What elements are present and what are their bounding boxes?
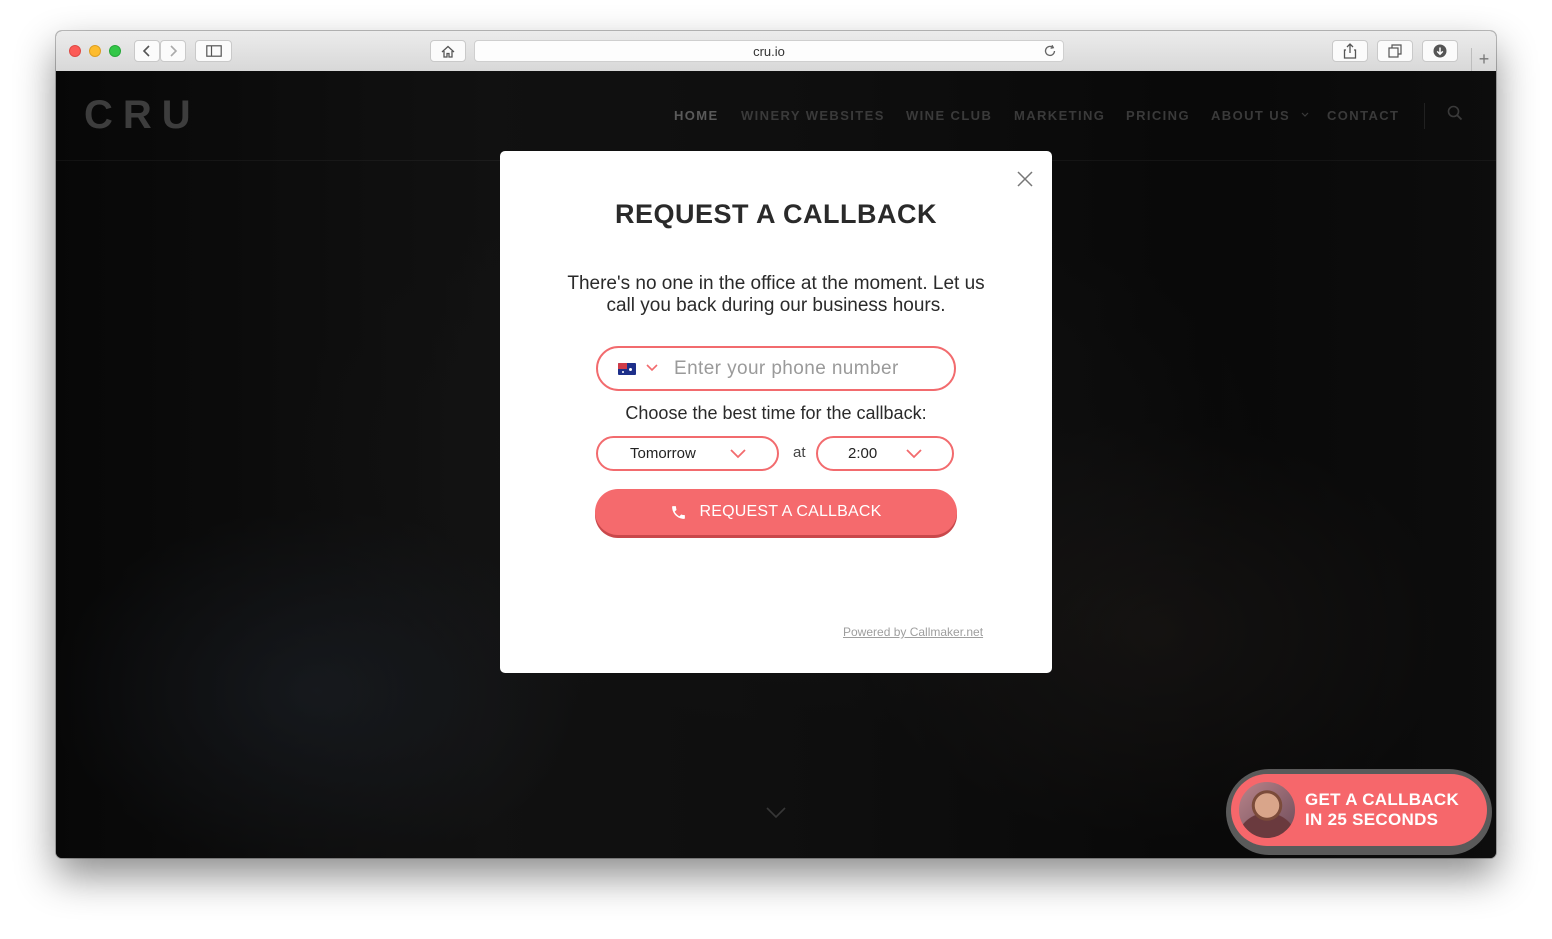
website-hero: CRU HOME WINERY WEBSITES WINE CLUB MARKE… — [56, 71, 1496, 858]
phone-input[interactable] — [674, 356, 934, 382]
tabs-icon — [1388, 44, 1402, 58]
chevron-down-icon — [730, 449, 746, 459]
callback-widget-text: GET A CALLBACK IN 25 SECONDS — [1305, 790, 1475, 830]
time-label: Choose the best time for the callback: — [625, 403, 927, 423]
callback-widget-line2: IN 25 SECONDS — [1305, 810, 1439, 829]
callback-modal: REQUEST A CALLBACK There's no one in the… — [500, 151, 1052, 673]
callback-widget-pill: GET A CALLBACK IN 25 SECONDS — [1231, 774, 1487, 846]
chevron-down-icon[interactable] — [646, 364, 658, 372]
zoom-window-button[interactable] — [109, 45, 121, 57]
home-icon — [441, 45, 455, 58]
powered-by-link[interactable]: Powered by Callmaker.net — [843, 625, 983, 639]
time-select-value: 2:00 — [848, 445, 878, 462]
home-button[interactable] — [430, 40, 466, 62]
day-select[interactable]: Tomorrow — [596, 436, 779, 471]
callback-widget-line1: GET A CALLBACK — [1305, 790, 1460, 809]
reload-icon[interactable] — [1043, 44, 1057, 61]
chevron-left-icon — [142, 45, 150, 57]
browser-window: cru.io + CRU HOME WINERY WEBSITES WINE C… — [56, 31, 1496, 858]
download-icon — [1433, 44, 1447, 58]
new-tab-button[interactable]: + — [1471, 48, 1496, 71]
share-icon — [1343, 43, 1357, 59]
request-callback-button[interactable]: REQUEST A CALLBACK — [595, 489, 957, 535]
back-button[interactable] — [134, 40, 160, 62]
address-bar-url: cru.io — [753, 43, 785, 59]
minimize-window-button[interactable] — [89, 45, 101, 57]
sidebar-toggle-button[interactable] — [195, 40, 232, 62]
chevron-right-icon — [170, 45, 178, 57]
australia-flag-icon[interactable] — [618, 363, 636, 375]
at-label: at — [793, 444, 806, 461]
browser-toolbar: cru.io + — [56, 31, 1496, 72]
tabs-overview-button[interactable] — [1377, 40, 1413, 62]
close-icon[interactable] — [1017, 171, 1033, 192]
time-select[interactable]: 2:00 — [816, 436, 954, 471]
chevron-down-icon — [906, 449, 922, 459]
modal-message: There's no one in the office at the mome… — [567, 273, 985, 316]
sidebar-icon — [205, 45, 222, 57]
request-callback-label: REQUEST A CALLBACK — [699, 503, 882, 520]
share-button[interactable] — [1332, 40, 1368, 62]
modal-title: REQUEST A CALLBACK — [615, 199, 937, 229]
close-window-button[interactable] — [69, 45, 81, 57]
forward-button[interactable] — [160, 40, 186, 62]
downloads-button[interactable] — [1422, 40, 1458, 62]
phone-field — [596, 346, 956, 391]
day-select-value: Tomorrow — [630, 445, 696, 462]
agent-avatar — [1237, 780, 1297, 840]
phone-icon — [670, 504, 687, 521]
callback-widget[interactable]: GET A CALLBACK IN 25 SECONDS — [1226, 769, 1492, 855]
address-bar[interactable]: cru.io — [474, 40, 1064, 62]
